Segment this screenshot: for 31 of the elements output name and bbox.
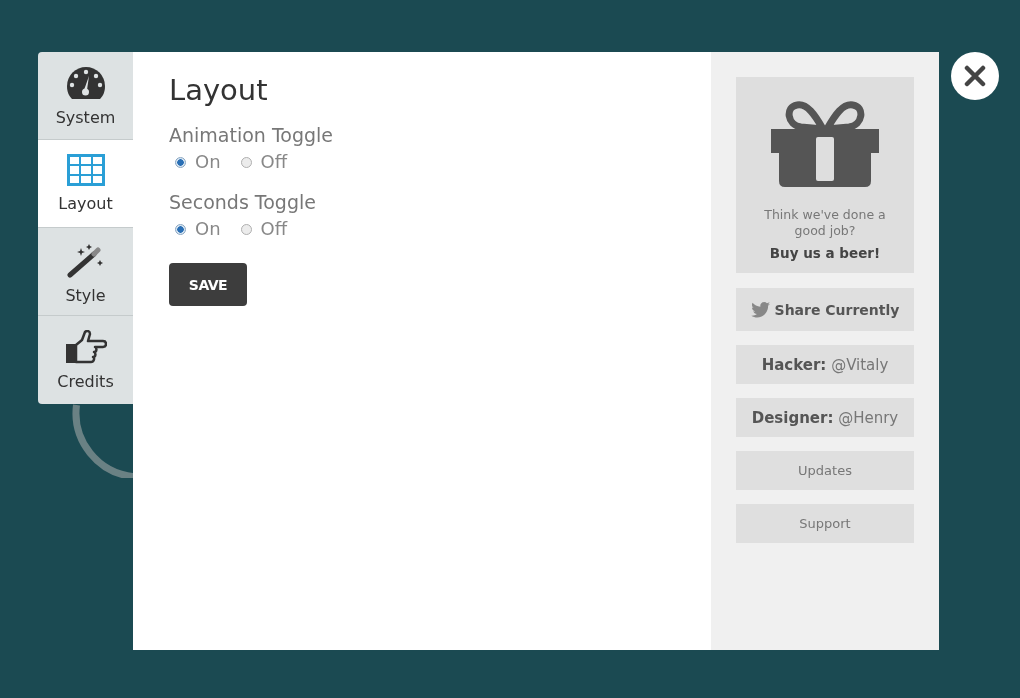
promo-text: Think we've done a good job? bbox=[763, 207, 887, 239]
panel-title: Layout bbox=[169, 72, 268, 108]
sidebar-button[interactable]: Updates bbox=[736, 451, 914, 490]
bird-icon bbox=[750, 301, 770, 318]
radio-label[interactable]: On bbox=[195, 217, 221, 241]
sidebar-button[interactable]: Support bbox=[736, 504, 914, 543]
radio-button[interactable] bbox=[240, 223, 252, 235]
share-button[interactable]: Share Currently bbox=[736, 288, 914, 331]
save-button[interactable]: SAVE bbox=[169, 263, 247, 306]
settings-tab[interactable]: Credits bbox=[38, 316, 133, 404]
magic-wand-icon bbox=[66, 242, 105, 278]
close-button[interactable] bbox=[951, 52, 999, 100]
setting-label: Animation Toggle bbox=[169, 123, 333, 147]
radio-label[interactable]: Off bbox=[260, 150, 288, 174]
radio-button[interactable] bbox=[175, 223, 186, 235]
donate-link[interactable]: Buy us a beer! bbox=[769, 244, 881, 262]
grid-icon bbox=[66, 154, 105, 186]
gift-icon bbox=[771, 101, 879, 187]
pointing-hand-icon bbox=[64, 330, 107, 364]
settings-tab[interactable]: System bbox=[38, 52, 133, 140]
radio-label[interactable]: Off bbox=[260, 217, 288, 241]
radio-button[interactable] bbox=[240, 156, 252, 168]
radio-label[interactable]: On bbox=[195, 150, 221, 174]
settings-tab[interactable]: Layout bbox=[38, 140, 133, 228]
close-icon bbox=[964, 65, 986, 87]
settings-tab[interactable]: Style bbox=[38, 228, 133, 316]
gauge-icon bbox=[65, 66, 106, 100]
credit-button[interactable]: Hacker: @Vitaly bbox=[736, 345, 914, 384]
setting-label: Seconds Toggle bbox=[169, 190, 316, 214]
credit-button[interactable]: Designer: @Henry bbox=[736, 398, 914, 437]
radio-button[interactable] bbox=[175, 156, 186, 168]
